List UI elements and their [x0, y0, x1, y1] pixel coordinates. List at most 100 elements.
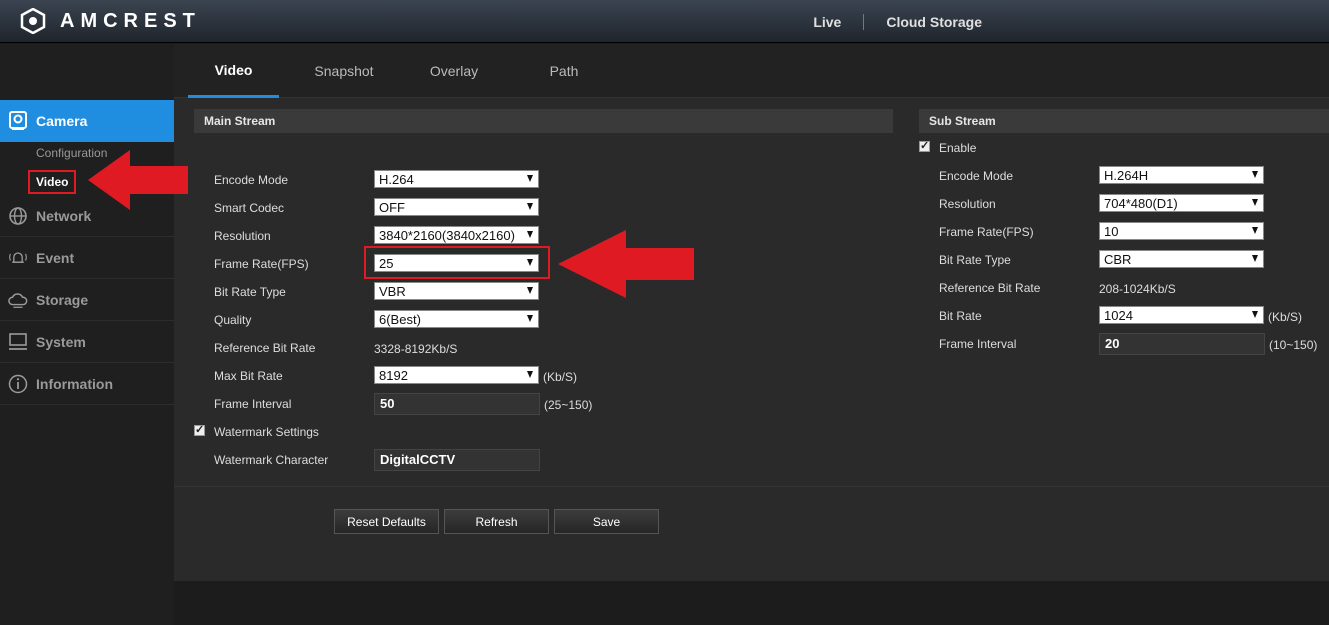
sub-bit-rate-type-value: CBR	[1104, 252, 1132, 267]
sub-stream-header: Sub Stream	[919, 109, 1329, 133]
watermark-character-label: Watermark Character	[214, 453, 329, 467]
sidebar-item-label: Event	[36, 249, 75, 266]
quality-select[interactable]: 6(Best)	[374, 310, 539, 328]
frame-interval-label: Frame Interval	[214, 397, 292, 411]
camera-icon	[8, 111, 28, 131]
frame-interval-range: (25~150)	[544, 398, 593, 412]
frame-interval-input[interactable]: 50	[374, 393, 540, 415]
sub-resolution-value: 704*480(D1)	[1104, 196, 1178, 211]
brand-logo: AMCREST	[20, 6, 201, 36]
sub-frame-rate-label: Frame Rate(FPS)	[939, 225, 1034, 239]
sub-bit-rate-type-select[interactable]: CBR	[1099, 250, 1264, 268]
resolution-select[interactable]: 3840*2160(3840x2160)	[374, 226, 539, 244]
chevron-down-icon	[527, 203, 533, 210]
max-bit-rate-value: 8192	[379, 368, 408, 383]
red-arrow-left-icon	[88, 150, 188, 210]
sidebar-item-label: System	[36, 333, 86, 350]
sub-bit-rate-select[interactable]: 1024	[1099, 306, 1264, 324]
sub-bit-rate-label: Bit Rate	[939, 309, 982, 323]
sub-frame-interval-label: Frame Interval	[939, 337, 1017, 351]
tab-path[interactable]: Path	[519, 44, 609, 98]
cloud-icon	[8, 290, 28, 310]
tab-bar: Video Snapshot Overlay Path	[174, 44, 1329, 98]
sidebar-item-event[interactable]: Event	[0, 237, 174, 279]
ref-bit-rate-value: 3328-8192Kb/S	[374, 342, 458, 356]
brand-name: AMCREST	[60, 9, 201, 32]
quality-label: Quality	[214, 313, 252, 327]
chevron-down-icon	[1252, 311, 1258, 318]
max-bit-rate-select[interactable]: 8192	[374, 366, 539, 384]
sidebar-item-information[interactable]: Information	[0, 363, 174, 405]
info-icon	[8, 374, 28, 394]
chevron-down-icon	[527, 175, 533, 182]
reset-defaults-button[interactable]: Reset Defaults	[334, 509, 439, 534]
main-stream-header: Main Stream	[194, 109, 893, 133]
encode-mode-value: H.264	[379, 172, 414, 187]
bit-rate-type-value: VBR	[379, 284, 406, 299]
chevron-down-icon	[1252, 199, 1258, 206]
sub-frame-rate-select[interactable]: 10	[1099, 222, 1264, 240]
globe-icon	[8, 206, 28, 226]
resolution-value: 3840*2160(3840x2160)	[379, 228, 515, 243]
quality-value: 6(Best)	[379, 312, 421, 327]
tab-snapshot[interactable]: Snapshot	[299, 44, 389, 98]
tab-overlay[interactable]: Overlay	[409, 44, 499, 98]
watermark-settings-label: Watermark Settings	[214, 425, 319, 439]
chevron-down-icon	[527, 287, 533, 294]
watermark-character-input[interactable]: DigitalCCTV	[374, 449, 540, 471]
sub-encode-mode-label: Encode Mode	[939, 169, 1014, 183]
frame-rate-highlight	[364, 246, 550, 279]
sub-frame-interval-input[interactable]: 20	[1099, 333, 1265, 355]
sidebar-subitem-video[interactable]: Video	[28, 170, 77, 194]
max-bit-rate-label: Max Bit Rate	[214, 369, 283, 383]
sub-resolution-label: Resolution	[939, 197, 996, 211]
sub-frame-interval-range: (10~150)	[1269, 338, 1318, 352]
chevron-down-icon	[527, 315, 533, 322]
bit-rate-type-label: Bit Rate Type	[214, 285, 286, 299]
sub-ref-bit-rate-label: Reference Bit Rate	[939, 281, 1041, 295]
encode-mode-label: Encode Mode	[214, 173, 289, 187]
live-link[interactable]: Live	[791, 14, 863, 30]
sub-encode-mode-select[interactable]: H.264H	[1099, 166, 1264, 184]
top-header: AMCREST Live Cloud Storage	[0, 0, 1329, 43]
sub-bit-rate-type-label: Bit Rate Type	[939, 253, 1011, 267]
watermark-checkbox[interactable]	[194, 423, 205, 436]
chevron-down-icon	[527, 371, 533, 378]
smart-codec-value: OFF	[379, 200, 405, 215]
sidebar-item-storage[interactable]: Storage	[0, 279, 174, 321]
sub-frame-rate-value: 10	[1104, 224, 1119, 239]
sidebar-item-label: Information	[36, 375, 113, 392]
amcrest-logo-icon	[20, 8, 46, 34]
chevron-down-icon	[1252, 227, 1258, 234]
save-button[interactable]: Save	[554, 509, 659, 534]
smart-codec-label: Smart Codec	[214, 201, 285, 215]
enable-label: Enable	[939, 141, 977, 155]
refresh-button[interactable]: Refresh	[444, 509, 549, 534]
monitor-icon	[8, 332, 28, 352]
sub-resolution-select[interactable]: 704*480(D1)	[1099, 194, 1264, 212]
smart-codec-select[interactable]: OFF	[374, 198, 539, 216]
sidebar: Camera Configuration Video Network Event…	[0, 44, 188, 625]
bell-icon	[8, 248, 28, 268]
sidebar-item-label: Storage	[36, 291, 89, 308]
encode-mode-select[interactable]: H.264	[374, 170, 539, 188]
max-bit-rate-unit: (Kb/S)	[543, 370, 578, 384]
enable-checkbox[interactable]	[919, 139, 930, 152]
resolution-label: Resolution	[214, 229, 271, 243]
red-arrow-left-icon	[558, 230, 694, 298]
frame-rate-label: Frame Rate(FPS)	[214, 257, 309, 271]
top-nav: Live Cloud Storage	[791, 0, 1329, 43]
bottom-area	[174, 581, 1329, 625]
sidebar-item-system[interactable]: System	[0, 321, 174, 363]
ref-bit-rate-label: Reference Bit Rate	[214, 341, 316, 355]
sub-encode-mode-value: H.264H	[1104, 168, 1149, 183]
cloud-storage-link[interactable]: Cloud Storage	[864, 14, 1329, 30]
bit-rate-type-select[interactable]: VBR	[374, 282, 539, 300]
sidebar-item-camera[interactable]: Camera	[0, 100, 188, 142]
sub-ref-bit-rate-value: 208-1024Kb/S	[1099, 282, 1176, 296]
tab-video[interactable]: Video	[188, 44, 279, 98]
chevron-down-icon	[527, 231, 533, 238]
sidebar-item-label: Network	[36, 207, 92, 224]
chevron-down-icon	[1252, 171, 1258, 178]
sub-bit-rate-value: 1024	[1104, 308, 1133, 323]
